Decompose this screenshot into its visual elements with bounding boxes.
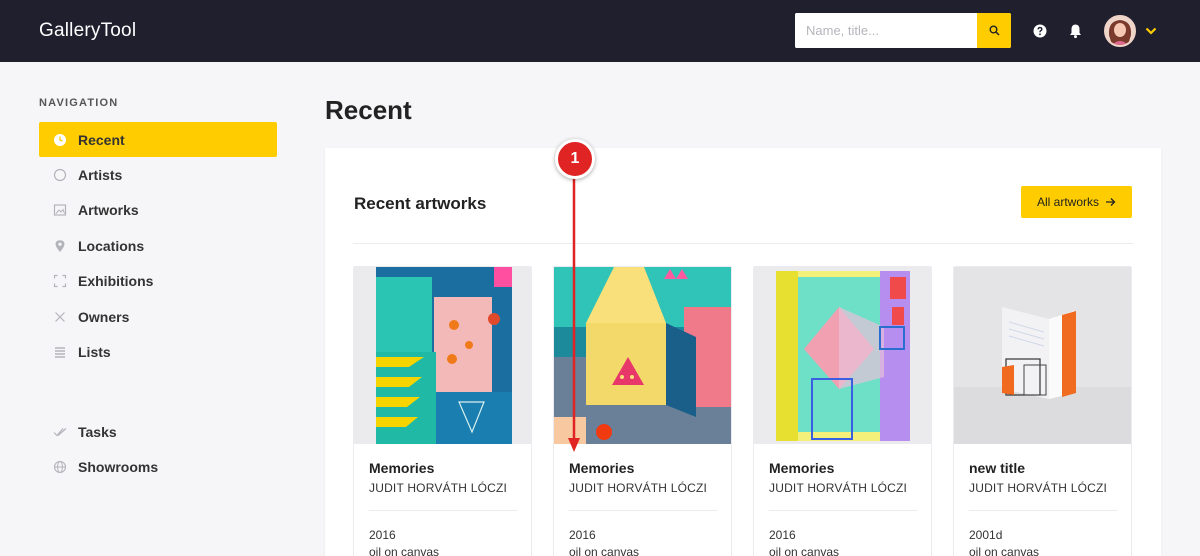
artwork-card[interactable]: Memories JUDIT HORVÁTH LÓCZI 2016 oil on… bbox=[753, 266, 932, 556]
sidebar-item-label: Artists bbox=[78, 166, 123, 183]
search-input[interactable] bbox=[795, 13, 977, 48]
recent-artworks-panel: Recent artworks All artworks Memories JU… bbox=[325, 148, 1161, 556]
top-bar: GalleryTool bbox=[0, 0, 1200, 62]
clock-icon bbox=[52, 132, 68, 148]
card-divider bbox=[369, 510, 517, 511]
sidebar-item-artworks[interactable]: Artworks bbox=[39, 192, 277, 227]
sidebar-item-label: Locations bbox=[78, 237, 145, 254]
card-divider bbox=[969, 510, 1117, 511]
sidebar-item-label: Artworks bbox=[78, 201, 139, 218]
page-title: Recent bbox=[325, 95, 412, 125]
artwork-artist: JUDIT HORVÁTH LÓCZI bbox=[769, 481, 908, 495]
artwork-medium: oil on canvas bbox=[969, 545, 1040, 556]
sidebar-item-label: Recent bbox=[78, 131, 125, 148]
pin-icon bbox=[52, 238, 68, 254]
sidebar-item-showrooms[interactable]: Showrooms bbox=[39, 449, 277, 484]
artwork-medium: oil on canvas bbox=[569, 545, 640, 556]
sidebar-item-lists[interactable]: Lists bbox=[39, 334, 277, 369]
sidebar-item-owners[interactable]: Owners bbox=[39, 299, 277, 334]
artwork-thumbnail[interactable] bbox=[954, 267, 1131, 444]
chevron-down-icon[interactable] bbox=[1145, 27, 1157, 35]
panel-title: Recent artworks bbox=[354, 194, 487, 213]
annotation-badge: 1 bbox=[555, 139, 595, 179]
artwork-title: Memories bbox=[769, 460, 835, 476]
artwork-year: 2001d bbox=[969, 528, 1003, 542]
sidebar-item-artists[interactable]: Artists bbox=[39, 157, 277, 192]
circle-icon bbox=[52, 167, 68, 183]
nav-heading: NAVIGATION bbox=[39, 97, 119, 109]
artwork-title: new title bbox=[969, 460, 1026, 476]
artwork-artist: JUDIT HORVÁTH LÓCZI bbox=[969, 481, 1108, 495]
artwork-artist: JUDIT HORVÁTH LÓCZI bbox=[369, 481, 508, 495]
x-icon bbox=[52, 309, 68, 325]
divider bbox=[353, 243, 1133, 244]
artwork-year: 2016 bbox=[569, 528, 596, 542]
image-icon bbox=[52, 202, 68, 218]
artwork-thumbnail[interactable] bbox=[354, 267, 531, 444]
artwork-card[interactable]: Memories JUDIT HORVÁTH LÓCZI 2016 oil on… bbox=[353, 266, 532, 556]
sidebar-item-locations[interactable]: Locations bbox=[39, 228, 277, 263]
search-button[interactable] bbox=[977, 13, 1011, 48]
sidebar-item-label: Showrooms bbox=[78, 458, 159, 475]
help-icon[interactable] bbox=[1033, 24, 1047, 38]
sidebar-item-recent[interactable]: Recent bbox=[39, 122, 277, 157]
arrow-right-icon bbox=[1106, 198, 1116, 206]
sidebar-item-label: Lists bbox=[78, 343, 111, 360]
sidebar-item-label: Tasks bbox=[78, 423, 117, 440]
sidebar-item-label: Owners bbox=[78, 308, 130, 325]
sidebar-item-tasks[interactable]: Tasks bbox=[39, 414, 277, 449]
sidebar-item-label: Exhibitions bbox=[78, 272, 154, 289]
all-artworks-button[interactable]: All artworks bbox=[1021, 186, 1132, 218]
bell-icon[interactable] bbox=[1068, 23, 1083, 39]
app-logo[interactable]: GalleryTool bbox=[39, 20, 136, 42]
artwork-card[interactable]: Memories JUDIT HORVÁTH LÓCZI 2016 oil on… bbox=[553, 266, 732, 556]
card-divider bbox=[769, 510, 917, 511]
list-icon bbox=[52, 344, 68, 360]
artwork-artist: JUDIT HORVÁTH LÓCZI bbox=[569, 481, 708, 495]
all-artworks-label: All artworks bbox=[1036, 195, 1099, 209]
card-divider bbox=[569, 510, 717, 511]
check-icon bbox=[52, 424, 68, 440]
sidebar-item-exhibitions[interactable]: Exhibitions bbox=[39, 263, 277, 298]
artwork-thumbnail[interactable] bbox=[754, 267, 931, 444]
globe-icon bbox=[52, 459, 68, 475]
artwork-title: Memories bbox=[369, 460, 435, 476]
artwork-thumbnail[interactable] bbox=[554, 267, 731, 444]
search-box bbox=[795, 13, 1011, 48]
artwork-medium: oil on canvas bbox=[369, 545, 440, 556]
frame-icon bbox=[52, 273, 68, 289]
artwork-year: 2016 bbox=[769, 528, 796, 542]
artwork-medium: oil on canvas bbox=[769, 545, 840, 556]
search-icon bbox=[989, 25, 1000, 36]
artwork-year: 2016 bbox=[369, 528, 396, 542]
artwork-card[interactable]: new title JUDIT HORVÁTH LÓCZI 2001d oil … bbox=[953, 266, 1132, 556]
user-avatar[interactable] bbox=[1104, 15, 1136, 47]
artwork-title: Memories bbox=[569, 460, 635, 476]
